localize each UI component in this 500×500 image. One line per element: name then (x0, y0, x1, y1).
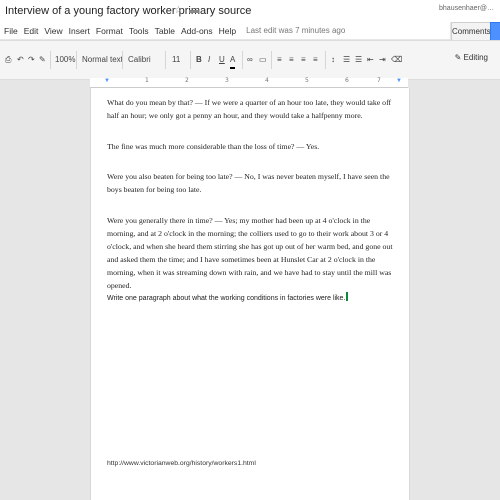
comment-icon[interactable]: ▭ (259, 53, 267, 67)
share-button[interactable] (490, 22, 500, 41)
title-icons: ☆ ▬ (174, 5, 199, 16)
editing-mode-label: Editing (463, 53, 488, 62)
italic-button[interactable]: I (208, 53, 210, 67)
right-indent-marker[interactable]: ▼ (396, 78, 402, 84)
menu-edit[interactable]: Edit (24, 26, 39, 36)
editing-mode-select[interactable]: ✎ Editing (455, 53, 488, 62)
ruler-number: 7 (377, 77, 381, 84)
ruler-number: 4 (265, 77, 269, 84)
toolbar: ⎙ ↶ ↷ ✎ 100% Normal text Calibri 11 B I … (0, 40, 500, 80)
underline-button[interactable]: U (219, 53, 225, 67)
align-right-icon[interactable]: ≡ (301, 53, 306, 67)
folder-icon[interactable]: ▬ (189, 5, 199, 16)
title-bar: Interview of a young factory worker prim… (0, 0, 500, 22)
clear-formatting-icon[interactable]: ⌫ (391, 53, 402, 67)
increase-indent-icon[interactable]: ⇥ (379, 53, 386, 67)
paragraph-in-time[interactable]: Were you generally there in time? — Yes;… (107, 214, 399, 292)
toolbar-divider (122, 51, 123, 69)
print-icon[interactable]: ⎙ (5, 53, 11, 67)
paragraph-beaten[interactable]: Were you also beaten for being too late?… (107, 170, 399, 196)
menu-bar: File Edit View Insert Format Tools Table… (0, 22, 450, 39)
document-page[interactable]: What do you mean by that? — If we were a… (90, 88, 410, 500)
menu-view[interactable]: View (44, 26, 62, 36)
menu-add-ons[interactable]: Add-ons (181, 26, 213, 36)
align-justify-icon[interactable]: ≡ (313, 53, 318, 67)
font-select[interactable]: Calibri (128, 53, 151, 67)
ruler-number: 1 (145, 77, 149, 84)
text-cursor (346, 292, 349, 301)
toolbar-divider (325, 51, 326, 69)
ruler-number: 5 (305, 77, 309, 84)
paragraph-fine[interactable]: What do you mean by that? — If we were a… (107, 96, 399, 122)
paragraph-loss-of-time[interactable]: The fine was much more considerable than… (107, 140, 399, 153)
toolbar-divider (165, 51, 166, 69)
toolbar-divider (50, 51, 51, 69)
document-title[interactable]: Interview of a young factory worker prim… (5, 5, 251, 17)
style-select[interactable]: Normal text (82, 53, 123, 67)
last-edit-status[interactable]: Last edit was 7 minutes ago (246, 26, 345, 35)
user-email[interactable]: bhausenhaer@… (439, 5, 494, 12)
menu-help[interactable]: Help (219, 26, 236, 36)
writing-prompt[interactable]: Write one paragraph about what the worki… (107, 292, 399, 305)
toolbar-divider (271, 51, 272, 69)
toolbar-divider (190, 51, 191, 69)
comments-button[interactable]: Comments (451, 22, 491, 41)
menu-file[interactable]: File (4, 26, 18, 36)
ruler-number: 3 (225, 77, 229, 84)
star-icon[interactable]: ☆ (174, 5, 183, 16)
undo-icon[interactable]: ↶ (17, 53, 24, 67)
align-center-icon[interactable]: ≡ (289, 53, 294, 67)
pencil-icon: ✎ (454, 53, 462, 62)
bulleted-list-icon[interactable]: ☰ (355, 53, 362, 67)
menu-format[interactable]: Format (96, 26, 123, 36)
font-size-select[interactable]: 11 (172, 53, 180, 67)
menu-tools[interactable]: Tools (129, 26, 149, 36)
left-indent-marker[interactable]: ▼ (104, 78, 110, 84)
toolbar-divider (76, 51, 77, 69)
ruler[interactable]: ▼ ▼ 1 2 3 4 5 6 7 (90, 77, 408, 88)
toolbar-divider (242, 51, 243, 69)
ruler-number: 2 (185, 77, 189, 84)
zoom-select[interactable]: 100% (55, 53, 75, 67)
text-color-button[interactable]: A (230, 53, 236, 69)
source-link[interactable]: http://www.victorianweb.org/history/work… (107, 460, 256, 467)
menu-insert[interactable]: Insert (69, 26, 90, 36)
writing-prompt-text: Write one paragraph about what the worki… (107, 295, 346, 302)
redo-icon[interactable]: ↷ (28, 53, 35, 67)
menu-table[interactable]: Table (155, 26, 175, 36)
ruler-number: 6 (345, 77, 349, 84)
bold-button[interactable]: B (196, 53, 202, 67)
decrease-indent-icon[interactable]: ⇤ (367, 53, 374, 67)
link-icon[interactable]: ∞ (247, 53, 253, 67)
paint-format-icon[interactable]: ✎ (39, 53, 46, 67)
numbered-list-icon[interactable]: ☰ (343, 53, 350, 67)
align-left-icon[interactable]: ≡ (277, 53, 282, 67)
line-spacing-icon[interactable]: ↕ (331, 53, 335, 67)
